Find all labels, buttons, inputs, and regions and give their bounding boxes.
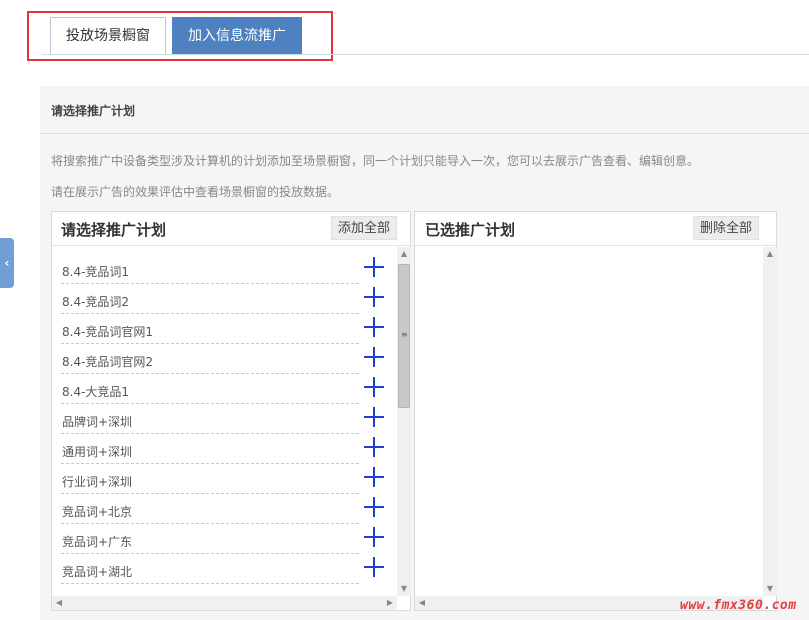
- scrollbar-thumb[interactable]: ≡: [398, 264, 410, 408]
- scroll-up-arrow-icon[interactable]: ▲: [397, 247, 411, 261]
- remove-all-button[interactable]: 删除全部: [693, 216, 760, 240]
- plus-icon[interactable]: [364, 317, 384, 337]
- plan-label: 8.4-竞品词官网2: [62, 355, 154, 369]
- scroll-left-arrow-icon[interactable]: ◀: [415, 596, 429, 610]
- plan-label: 8.4-大竞品1: [62, 385, 130, 399]
- horizontal-scrollbar[interactable]: ◀ ▶: [52, 596, 397, 610]
- description-line-2: 请在展示广告的效果评估中查看场景橱窗的投放数据。: [51, 185, 340, 199]
- scroll-down-arrow-icon[interactable]: ▼: [763, 582, 777, 596]
- plan-label: 8.4-竞品词1: [62, 265, 130, 279]
- list-item: 8.4-竞品词2: [61, 284, 384, 314]
- list-item: 8.4-竞品词1: [61, 254, 384, 284]
- selected-plans-header: 已选推广计划 删除全部: [415, 212, 776, 246]
- list-item: 通用词+深圳: [61, 434, 384, 464]
- list-item: 行业词+深圳: [61, 464, 384, 494]
- tab-feed-promotion[interactable]: 加入信息流推广: [172, 17, 302, 55]
- available-plans-title: 请选择推广计划: [61, 221, 167, 239]
- plus-icon[interactable]: [364, 437, 384, 457]
- plan-label: 通用词+深圳: [62, 445, 133, 459]
- available-plans-header: 请选择推广计划 添加全部: [52, 212, 410, 246]
- plan-label: 行业词+深圳: [62, 475, 133, 489]
- vertical-scrollbar[interactable]: ▲ ≡ ▼: [397, 247, 411, 596]
- chevron-left-icon: ‹: [4, 256, 10, 270]
- vertical-scrollbar[interactable]: ▲ ▼: [763, 247, 777, 596]
- plan-label: 8.4-竞品词2: [62, 295, 130, 309]
- plus-icon[interactable]: [364, 407, 384, 427]
- description-line-1: 将搜索推广中设备类型涉及计算机的计划添加至场景橱窗，同一个计划只能导入一次，您可…: [51, 154, 700, 168]
- plus-icon[interactable]: [364, 467, 384, 487]
- plus-icon[interactable]: [364, 257, 384, 277]
- available-plans-box: 请选择推广计划 添加全部 8.4-竞品词1 8.4-竞品词2 8.4-竞品词官网…: [51, 211, 411, 611]
- plus-icon[interactable]: [364, 287, 384, 307]
- list-item: 8.4-竞品词官网2: [61, 344, 384, 374]
- plus-icon[interactable]: [364, 377, 384, 397]
- plus-icon[interactable]: [364, 497, 384, 517]
- panel-divider: [40, 133, 809, 134]
- panel-title: 请选择推广计划: [51, 104, 136, 118]
- plan-label: 竞品词+湖北: [62, 565, 133, 579]
- list-item: 品牌词+深圳: [61, 404, 384, 434]
- tab-showcase[interactable]: 投放场景橱窗: [50, 17, 166, 55]
- list-item: 8.4-大竞品1: [61, 374, 384, 404]
- tab-divider: [42, 54, 809, 55]
- scroll-right-arrow-icon[interactable]: ▶: [383, 596, 397, 610]
- scroll-up-arrow-icon[interactable]: ▲: [763, 247, 777, 261]
- available-plans-list: 8.4-竞品词1 8.4-竞品词2 8.4-竞品词官网1 8.4-竞品词官网2 …: [61, 254, 384, 584]
- add-all-button[interactable]: 添加全部: [331, 216, 398, 240]
- selected-plans-title: 已选推广计划: [425, 221, 516, 239]
- plus-icon[interactable]: [364, 557, 384, 577]
- plan-label: 竞品词+广东: [62, 535, 133, 549]
- list-item: 8.4-竞品词官网1: [61, 314, 384, 344]
- scroll-down-arrow-icon[interactable]: ▼: [397, 582, 411, 596]
- plus-icon[interactable]: [364, 527, 384, 547]
- plus-icon[interactable]: [364, 347, 384, 367]
- list-item: 竞品词+北京: [61, 494, 384, 524]
- collapse-handle[interactable]: ‹: [0, 238, 14, 288]
- grip-icon: ≡: [401, 330, 408, 339]
- selected-plans-box: 已选推广计划 删除全部 ▲ ▼ ◀: [414, 211, 777, 611]
- scroll-left-arrow-icon[interactable]: ◀: [52, 596, 66, 610]
- plan-label: 品牌词+深圳: [62, 415, 133, 429]
- plan-label: 8.4-竞品词官网1: [62, 325, 154, 339]
- list-item: 竞品词+广东: [61, 524, 384, 554]
- plan-label: 竞品词+北京: [62, 505, 133, 519]
- watermark: www.fmx360.com: [680, 598, 797, 613]
- list-item: 竞品词+湖北: [61, 554, 384, 584]
